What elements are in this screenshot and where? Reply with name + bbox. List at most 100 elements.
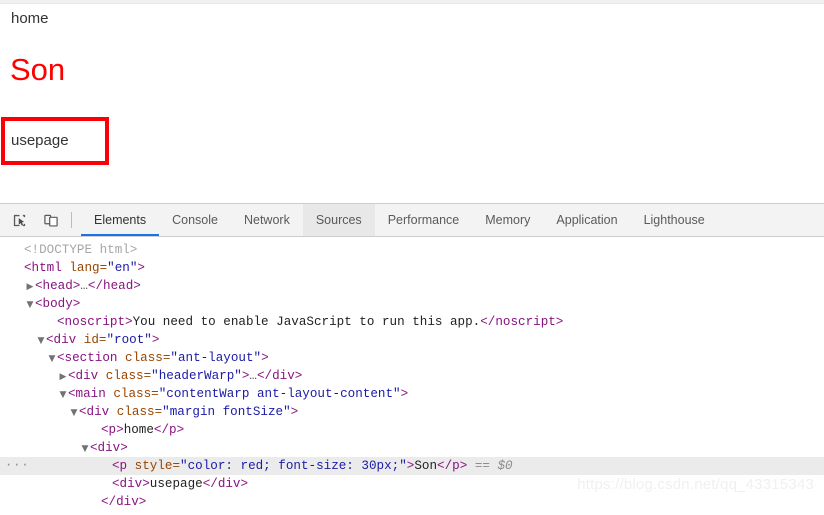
tag-open: <div> [90,441,128,455]
devtools-toolbar: Elements Console Network Sources Perform… [0,204,824,237]
attribute-name: id [76,333,99,347]
row-overflow-badge[interactable]: ··· [5,457,30,475]
tab-network-label: Network [243,213,290,227]
tab-lighthouse-label: Lighthouse [643,213,705,227]
attribute-name: lang [61,261,100,275]
twisty-placeholder-icon [14,260,24,278]
tag-open: <p [112,459,128,473]
tab-elements[interactable]: Elements [81,204,160,236]
dom-tree-row-selected[interactable]: ··· <p style="color: red; font-size: 30p… [0,457,824,475]
ellipsis-marker: … [80,279,88,293]
tab-application-label: Application [556,213,618,227]
dom-tree-row[interactable]: ▶ <head>…</head> [0,277,824,295]
tag-open: <section [57,351,118,365]
tag-close-bracket: > [290,405,299,419]
attribute-name: class [98,369,144,383]
watermark-text: https://blog.csdn.net/qq_43315343 [577,476,814,493]
twisty-collapsed-icon[interactable]: ▶ [58,368,68,386]
twisty-expanded-icon[interactable]: ▼ [47,350,57,368]
page-son-heading: Son [10,52,66,87]
tag-open: <div [79,405,110,419]
tab-performance-label: Performance [387,213,460,227]
attribute-name: class [105,387,152,401]
twisty-placeholder-icon [102,458,112,476]
page-viewport: home Son usepage [0,5,824,203]
twisty-placeholder-icon [91,494,101,512]
tag-open: <body> [35,297,81,311]
text-node: Son [414,459,438,473]
tag-open: <p> [101,423,124,437]
tab-network[interactable]: Network [231,204,303,236]
attribute-value: "root" [106,333,152,347]
tag-close: </noscript> [480,315,564,329]
device-toolbar-icon[interactable] [38,208,63,232]
tag-open: <head> [35,279,81,293]
attribute-name: class [117,351,163,365]
twisty-expanded-icon[interactable]: ▼ [69,404,79,422]
tab-console[interactable]: Console [159,204,231,236]
tag-open: <div [68,369,99,383]
twisty-placeholder-icon [102,476,112,494]
attribute-value: "color: red; font-size: 30px;" [180,459,407,473]
tag-open: <noscript> [57,315,133,329]
twisty-collapsed-icon[interactable]: ▶ [25,278,35,296]
doctype-declaration: <!DOCTYPE html> [24,243,138,257]
attribute-value: "en" [107,261,138,275]
dom-tree-row[interactable]: <noscript>You need to enable JavaScript … [0,313,824,331]
console-ref-marker: == $0 [467,459,513,473]
tab-console-label: Console [172,213,218,227]
twisty-expanded-icon[interactable]: ▼ [25,296,35,314]
tag-close-bracket: > [400,387,409,401]
devtools-toolbar-icons [0,204,81,236]
dom-tree-row[interactable]: ▶ <div class="headerWarp">…</div> [0,367,824,385]
inspect-element-icon[interactable] [7,208,32,232]
dom-tree-row[interactable]: ▼ <main class="contentWarp ant-layout-con… [0,385,824,403]
dom-tree-row[interactable]: <!DOCTYPE html> [0,241,824,259]
tab-application[interactable]: Application [543,204,630,236]
attribute-equals: = [151,387,159,401]
tab-sources-label: Sources [315,213,362,227]
dom-tree-row[interactable]: ▼ <div> [0,439,824,457]
ellipsis-marker: … [249,369,257,383]
tag-end: </div> [256,369,303,383]
twisty-expanded-icon[interactable]: ▼ [36,332,46,350]
twisty-placeholder-icon [14,242,24,260]
tag-open: <main [68,387,106,401]
dom-tree-row[interactable]: ▼ <section class="ant-layout"> [0,349,824,367]
attribute-value: "ant-layout" [170,351,262,365]
twisty-expanded-icon[interactable]: ▼ [80,440,90,458]
twisty-placeholder-icon [91,422,101,440]
dom-tree-row[interactable]: ▼ <div id="root"> [0,331,824,349]
tag-close-bracket: > [137,261,145,275]
toolbar-separator [71,212,72,228]
dom-tree-row[interactable]: </div> [0,493,824,511]
tag-close: </p> [153,423,185,437]
dom-tree-row[interactable]: <p>home</p> [0,421,824,439]
page-usepage-text: usepage [11,132,69,149]
attribute-equals: = [172,459,181,473]
browser-chrome-strip [0,0,824,4]
tab-sources[interactable]: Sources [302,204,375,236]
tag-close: </div> [202,477,249,491]
attribute-name: style [127,459,173,473]
attribute-value: "headerWarp" [151,369,242,383]
page-home-text: home [11,10,49,27]
tab-lighthouse[interactable]: Lighthouse [631,204,718,236]
tag-open: <div [46,333,77,347]
dom-tree[interactable]: <!DOCTYPE html> <html lang="en"> ▶ <head>…… [0,237,824,515]
dom-tree-row[interactable]: ▼ <body> [0,295,824,313]
twisty-placeholder-icon [47,314,57,332]
dom-tree-row[interactable]: <html lang="en"> [0,259,824,277]
tag-open: </div> [101,495,147,509]
tab-memory[interactable]: Memory [472,204,543,236]
dom-tree-row[interactable]: ··· [0,511,824,515]
tag-close: </head> [87,279,141,293]
attribute-value: "margin fontSize" [162,405,291,419]
tab-performance[interactable]: Performance [375,204,473,236]
tag-close-bracket: > [151,333,160,347]
devtools-tab-bar: Elements Console Network Sources Perform… [81,204,824,236]
twisty-expanded-icon[interactable]: ▼ [58,386,68,404]
text-node: You need to enable JavaScript to run thi… [132,315,481,329]
tag-close-bracket: > [261,351,269,365]
dom-tree-row[interactable]: ▼ <div class="margin fontSize"> [0,403,824,421]
